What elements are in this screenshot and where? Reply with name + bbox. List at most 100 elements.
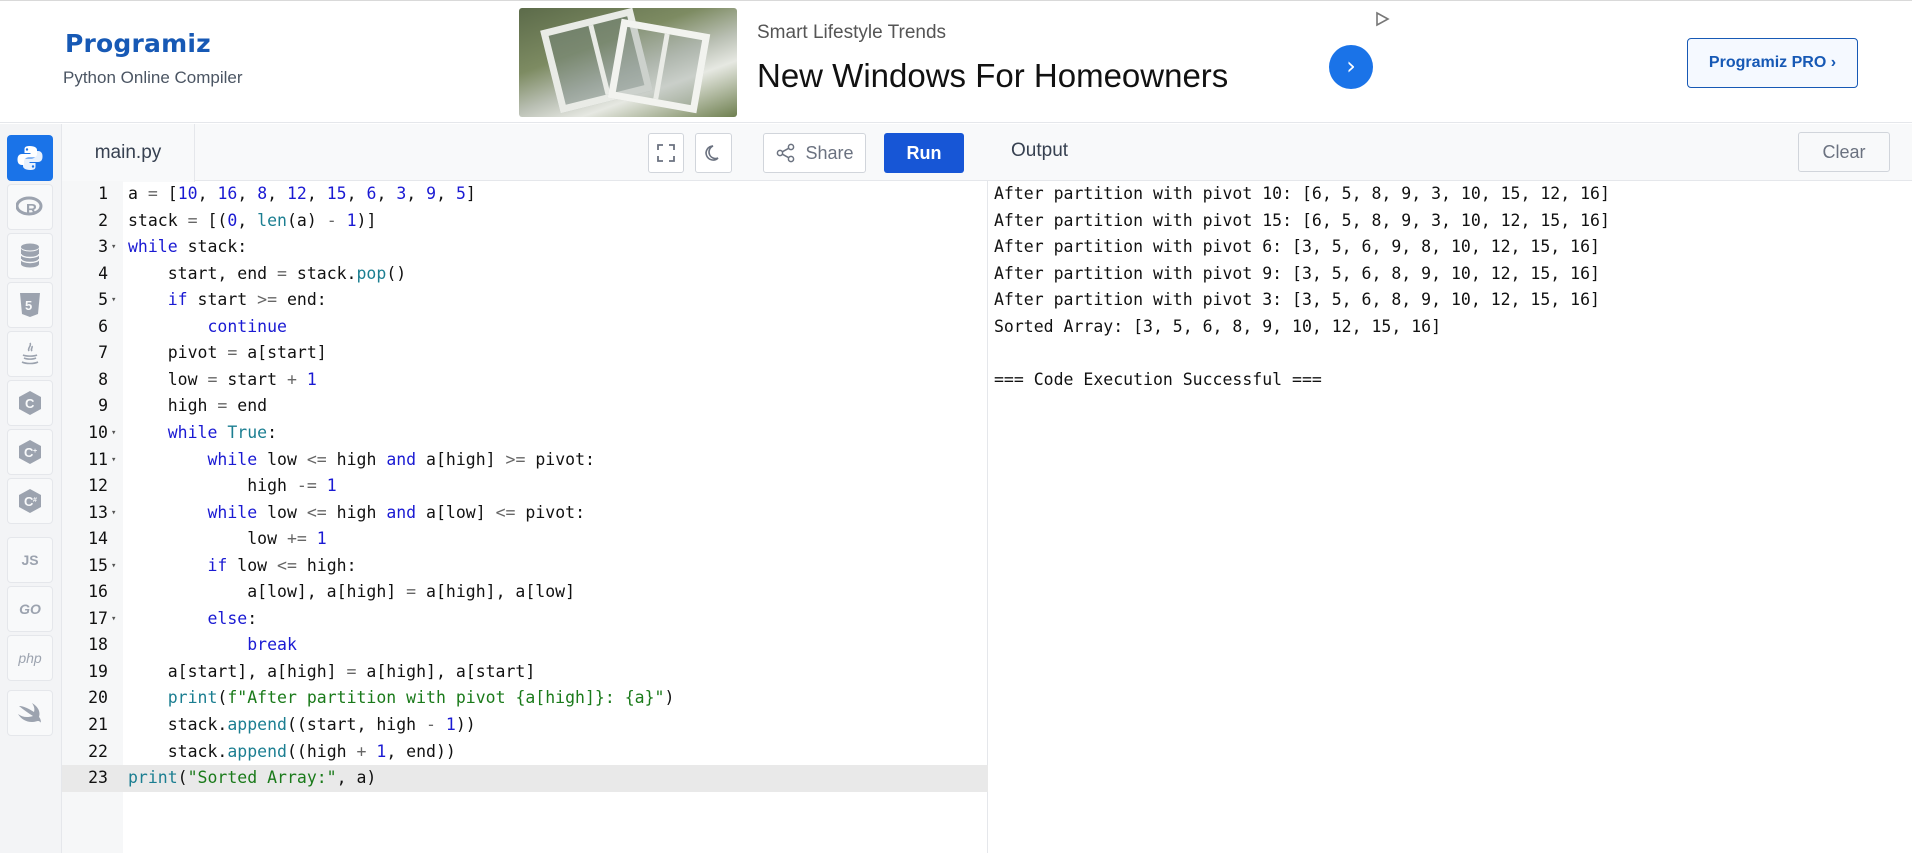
code-line[interactable]: 2 stack = [(0, len(a) - 1)] [62,208,988,235]
share-button[interactable]: Share [763,133,866,173]
code-line[interactable]: 22 stack.append((high + 1, end)) [62,739,988,766]
fold-toggle-icon[interactable]: ▾ [111,500,116,527]
code-line[interactable]: 5 ▾ if start >= end: [62,287,988,314]
code-line[interactable]: 19 a[start], a[high] = a[high], a[start] [62,659,988,686]
svg-text:#: # [33,497,37,504]
output-line: After partition with pivot 15: [6, 5, 8,… [994,210,1610,230]
code-line[interactable]: 12 high -= 1 [62,473,988,500]
output-line: Sorted Array: [3, 5, 6, 8, 9, 10, 12, 15… [994,316,1442,336]
code-text: stack.append((high + 1, end)) [128,741,456,761]
code-line[interactable]: 15 ▾ if low <= high: [62,553,988,580]
fold-toggle-icon[interactable]: ▾ [111,447,116,474]
svg-text:C: C [25,396,35,411]
code-line[interactable]: 18 break [62,632,988,659]
code-area[interactable]: 1 a = [10, 16, 8, 12, 15, 6, 3, 9, 5] 2 sta… [62,181,988,853]
output-line: After partition with pivot 3: [3, 5, 6, … [994,290,1600,309]
code-text: low += 1 [128,529,327,549]
swift-icon[interactable] [7,690,53,736]
file-tab-main-py[interactable]: main.py [62,124,195,182]
javascript-icon[interactable]: JS [7,537,53,583]
code-line[interactable]: 16 a[low], a[high] = a[high], a[low] [62,579,988,606]
code-text: print(f"After partition with pivot {a[hi… [167,688,675,708]
code-line[interactable]: 7 pivot = a[start] [62,340,988,367]
php-label: php [18,650,42,666]
java-icon[interactable] [7,331,53,377]
code-text: high -= 1 [128,476,337,496]
database-icon[interactable] [7,233,53,279]
share-icon [777,143,795,163]
line-number: 22 [88,741,108,761]
line-number: 12 [88,476,108,496]
code-line[interactable]: 20 print(f"After partition with pivot {a… [62,685,988,712]
code-text: print("Sorted Array:", a) [128,768,377,788]
line-number: 6 [98,316,108,336]
line-number: 11 [88,449,108,469]
code-text: while low <= high and a[high] >= pivot: [207,449,595,469]
line-number: 23 [88,768,108,788]
dark-mode-moon-icon[interactable] [695,133,732,173]
code-line[interactable]: 11 ▾ while low <= high and a[high] >= piv… [62,447,988,474]
editor-toolbar: main.py Share Run [62,124,988,182]
line-number: 8 [98,369,108,389]
code-line[interactable]: 3 ▾ while stack: [62,234,988,261]
code-text: pivot = a[start] [128,343,327,363]
output-line: After partition with pivot 10: [6, 5, 8,… [994,184,1610,203]
code-line[interactable]: 6 continue [62,314,988,341]
run-button[interactable]: Run [884,133,964,173]
output-header: Output Clear [988,124,1912,181]
line-number: 2 [98,210,108,230]
share-label: Share [805,142,854,163]
code-line[interactable]: 13 ▾ while low <= high and a[low] <= pivo… [62,500,988,527]
code-text: stack.append((start, high - 1)) [128,715,476,734]
code-line[interactable]: 9 high = end [62,393,988,420]
cpp-icon[interactable]: C + [7,429,53,475]
fold-toggle-icon[interactable]: ▾ [111,553,116,580]
line-number: 21 [88,715,108,734]
line-number: 3 [98,237,108,257]
code-line[interactable]: 8 low = start + 1 [62,367,988,394]
output-line: After partition with pivot 6: [3, 5, 6, … [994,237,1600,256]
go-icon[interactable]: GO [7,586,53,632]
code-text: while low <= high and a[low] <= pivot: [207,502,586,522]
output-line: === Code Execution Successful === [994,369,1322,389]
html5-icon[interactable]: 5 [7,282,53,328]
r-icon[interactable]: R [7,184,53,230]
line-number: 1 [98,184,108,203]
ad-title[interactable]: New Windows For Homeowners [757,57,1228,95]
line-number: 14 [88,529,108,549]
code-line[interactable]: 1 a = [10, 16, 8, 12, 15, 6, 3, 9, 5] [62,181,988,208]
programiz-logo[interactable]: Programiz Python Online Compiler [63,29,243,88]
fullscreen-icon[interactable] [648,133,684,173]
code-line[interactable]: 10 ▾ while True: [62,420,988,447]
code-line[interactable]: 23 print("Sorted Array:", a) [62,765,988,792]
code-text: continue [207,316,287,336]
code-text: start, end = stack.pop() [128,263,407,283]
code-line[interactable]: 4 start, end = stack.pop() [62,261,988,288]
php-icon[interactable]: php [7,635,53,681]
advertisement-banner[interactable]: Smart Lifestyle Trends New Windows For H… [519,8,1399,118]
ad-image[interactable] [519,8,737,117]
svg-text:+: + [33,448,37,455]
fold-toggle-icon[interactable]: ▾ [111,287,116,314]
output-console[interactable]: After partition with pivot 10: [6, 5, 8,… [994,181,1904,393]
code-line[interactable]: 14 low += 1 [62,526,988,553]
ad-brand[interactable]: Smart Lifestyle Trends [757,22,946,44]
code-text: else: [207,608,258,628]
ad-choices-icon[interactable] [1373,10,1391,28]
csharp-icon[interactable]: C # [7,478,53,524]
line-number: 19 [88,661,108,681]
chevron-right-icon[interactable]: › [1329,45,1373,89]
code-text: low = start + 1 [128,369,317,389]
c-icon[interactable]: C [7,380,53,426]
code-line[interactable]: 21 stack.append((start, high - 1)) [62,712,988,739]
compiler-subtitle: Python Online Compiler [63,68,243,87]
programiz-pro-button[interactable]: Programiz PRO › [1687,38,1858,88]
fold-toggle-icon[interactable]: ▾ [111,420,116,447]
clear-button[interactable]: Clear [1798,132,1890,172]
python-icon[interactable] [7,135,53,181]
code-line[interactable]: 17 ▾ else: [62,606,988,633]
code-text: break [247,635,297,655]
fold-toggle-icon[interactable]: ▾ [111,606,116,633]
fold-toggle-icon[interactable]: ▾ [111,234,116,261]
